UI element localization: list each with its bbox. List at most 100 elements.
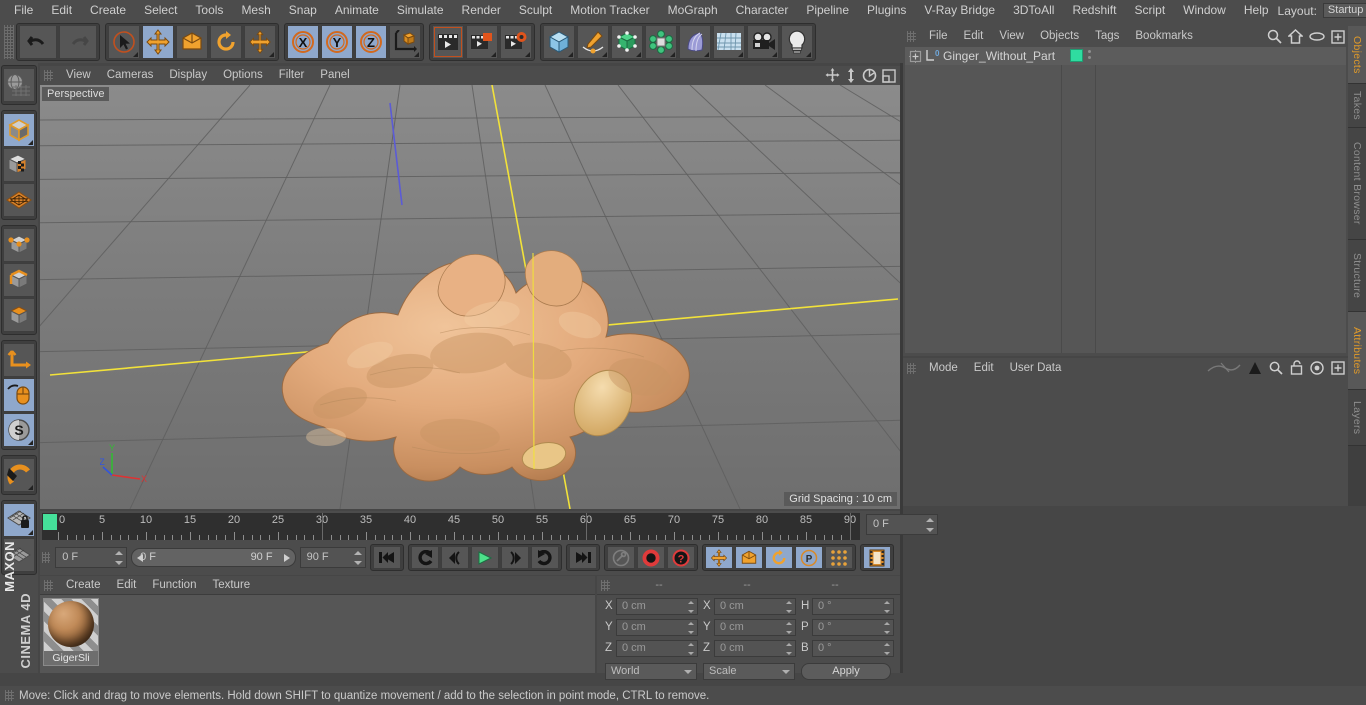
axis-move-button[interactable] — [244, 25, 276, 59]
autokeying-button[interactable] — [637, 546, 665, 569]
previous-keyframe-button[interactable] — [411, 546, 439, 569]
menu-create[interactable]: Create — [81, 0, 135, 21]
coord-system-dropdown[interactable]: World — [605, 662, 697, 680]
apply-button[interactable]: Apply — [801, 662, 891, 680]
size-x-field[interactable]: 0 cm — [714, 597, 796, 615]
vertical-tab-structure[interactable]: Structure — [1348, 240, 1366, 312]
points-mode-button[interactable] — [3, 228, 35, 262]
undo-button[interactable] — [19, 25, 57, 59]
object-menu-objects[interactable]: Objects — [1032, 26, 1087, 47]
menu-select[interactable]: Select — [135, 0, 186, 21]
pan-icon[interactable] — [825, 68, 840, 83]
timeline-toggle-button[interactable] — [863, 546, 891, 569]
target-icon[interactable] — [1310, 360, 1324, 375]
preview-range-slider[interactable]: 0 F 90 F — [131, 548, 296, 567]
object-layer-icon[interactable]: 0 — [925, 49, 940, 63]
menu-v-ray-bridge[interactable]: V-Ray Bridge — [915, 0, 1004, 21]
vertical-tab-content-browser[interactable]: Content Browser — [1348, 128, 1366, 240]
edges-mode-button[interactable] — [3, 263, 35, 297]
menu-file[interactable]: File — [5, 0, 42, 21]
world-object-coords-button[interactable] — [389, 25, 421, 59]
expand-plus-icon[interactable] — [909, 49, 922, 63]
lock-z-button[interactable]: Z — [355, 25, 387, 59]
object-menu-bookmarks[interactable]: Bookmarks — [1127, 26, 1201, 47]
viewport-menu-view[interactable]: View — [58, 66, 99, 85]
rotation-p-field[interactable]: 0 ° — [812, 618, 894, 636]
stepper-icon[interactable] — [884, 600, 891, 613]
rotation-h-field[interactable]: 0 ° — [812, 597, 894, 615]
material-menu-create[interactable]: Create — [58, 576, 109, 595]
object-menu-file[interactable]: File — [921, 26, 956, 47]
next-frame-button[interactable] — [501, 546, 529, 569]
go-to-end-button[interactable] — [569, 546, 597, 569]
history-icon[interactable] — [1207, 360, 1241, 375]
ellipse-icon[interactable] — [1309, 31, 1325, 42]
rotate-view-icon[interactable] — [862, 68, 877, 83]
add-light-button[interactable] — [781, 25, 813, 59]
menu-tools[interactable]: Tools — [186, 0, 232, 21]
timeline-ruler[interactable]: 051015202530354045505560657075808590 — [42, 513, 860, 540]
plus-box-icon[interactable] — [1331, 29, 1345, 44]
viewport-menu-panel[interactable]: Panel — [312, 66, 357, 85]
material-list[interactable]: GigerSli — [40, 595, 595, 673]
vertical-tab-attributes[interactable]: Attributes — [1348, 312, 1366, 390]
menu-script[interactable]: Script — [1125, 0, 1174, 21]
next-keyframe-button[interactable] — [531, 546, 559, 569]
vertical-tab-objects[interactable]: Objects — [1348, 26, 1366, 84]
stepper-icon[interactable] — [786, 621, 793, 634]
toolbar-grip[interactable] — [4, 25, 14, 59]
live-selection-button[interactable] — [108, 25, 140, 59]
param-key-button[interactable]: P — [795, 546, 823, 569]
material-menu-texture[interactable]: Texture — [204, 576, 258, 595]
object-tree[interactable]: 0 Ginger_Without_Part — [905, 47, 1346, 353]
material-tag-icon[interactable] — [1070, 49, 1083, 62]
timeline-frame-field[interactable]: 0 F — [866, 514, 938, 535]
up-arrow-icon[interactable] — [1248, 361, 1262, 375]
rotation-b-field[interactable]: 0 ° — [812, 639, 894, 657]
coordinate-grip[interactable] — [601, 579, 610, 591]
attribute-menu-edit[interactable]: Edit — [966, 358, 1002, 379]
play-button[interactable] — [471, 546, 499, 569]
plus-box-icon[interactable] — [1331, 360, 1345, 375]
attribute-menu-mode[interactable]: Mode — [921, 358, 966, 379]
menu-render[interactable]: Render — [453, 0, 510, 21]
menu-3dtoall[interactable]: 3DToAll — [1004, 0, 1063, 21]
stepper-icon[interactable] — [786, 600, 793, 613]
attribute-body[interactable] — [905, 379, 1346, 504]
menu-mesh[interactable]: Mesh — [232, 0, 279, 21]
stepper-icon[interactable] — [688, 642, 695, 655]
status-grip[interactable] — [5, 690, 14, 701]
magnifier-icon[interactable] — [1267, 29, 1282, 44]
stepper-icon[interactable] — [688, 600, 695, 613]
viewport-grip[interactable] — [44, 70, 53, 81]
position-key-button[interactable] — [705, 546, 733, 569]
object-row[interactable]: 0 Ginger_Without_Part — [905, 47, 1346, 65]
magnet-button[interactable] — [3, 458, 35, 492]
menu-help[interactable]: Help — [1235, 0, 1278, 21]
magnifier-icon[interactable] — [1269, 361, 1283, 375]
bend-deformer-button[interactable] — [679, 25, 711, 59]
move-tool-button[interactable] — [142, 25, 174, 59]
menu-edit[interactable]: Edit — [42, 0, 81, 21]
lock-icon[interactable] — [1290, 360, 1303, 375]
end-time-field[interactable]: 90 F — [299, 547, 366, 568]
record-active-objects-button[interactable] — [607, 546, 635, 569]
viewport-menu-display[interactable]: Display — [161, 66, 215, 85]
object-menu-view[interactable]: View — [991, 26, 1032, 47]
size-y-field[interactable]: 0 cm — [714, 618, 796, 636]
point-level-animation-button[interactable] — [825, 546, 853, 569]
material-item[interactable]: GigerSli — [43, 598, 99, 666]
lock-y-button[interactable]: Y — [321, 25, 353, 59]
menu-sculpt[interactable]: Sculpt — [510, 0, 561, 21]
previous-frame-button[interactable] — [441, 546, 469, 569]
current-time-field[interactable]: 0 F — [55, 547, 128, 568]
polygons-mode-button[interactable] — [3, 298, 35, 332]
menu-pipeline[interactable]: Pipeline — [797, 0, 858, 21]
position-z-field[interactable]: 0 cm — [616, 639, 698, 657]
stepper-icon[interactable] — [354, 551, 362, 565]
grid-lock-button[interactable] — [3, 503, 35, 537]
home-icon[interactable] — [1288, 29, 1303, 44]
rotation-key-button[interactable] — [765, 546, 793, 569]
visible-render-dot[interactable] — [1088, 56, 1091, 59]
viewport-menu-filter[interactable]: Filter — [271, 66, 313, 85]
